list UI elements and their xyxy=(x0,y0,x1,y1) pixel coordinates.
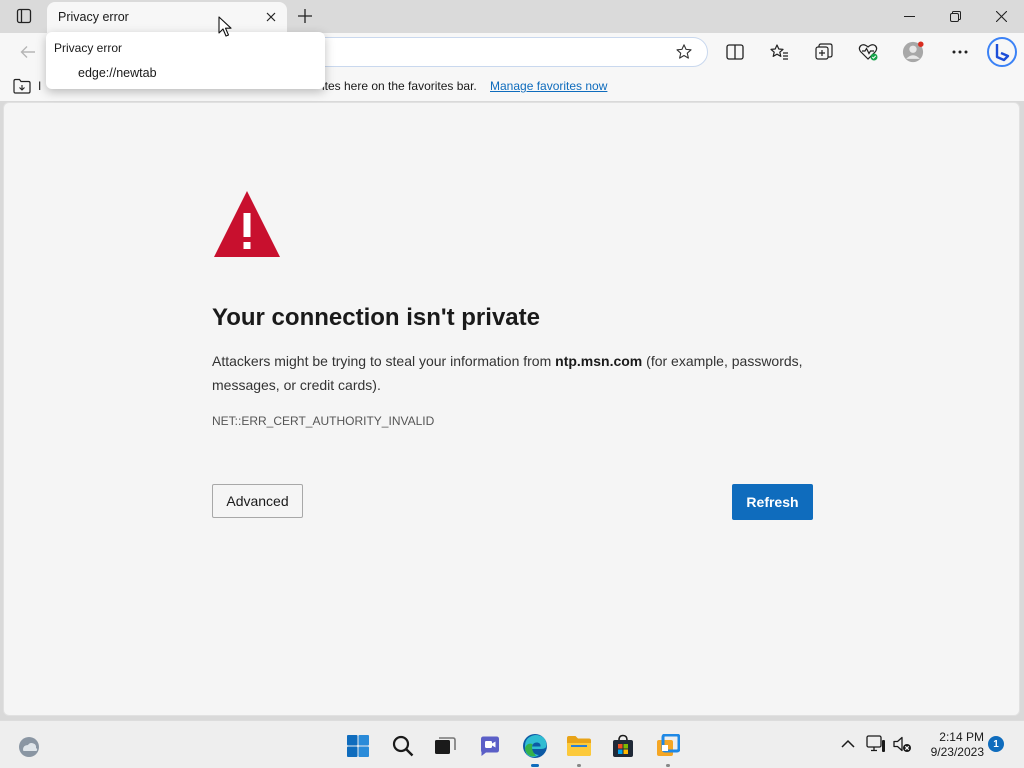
store-button[interactable] xyxy=(610,733,636,759)
file-explorer-button[interactable] xyxy=(566,733,592,759)
volume-muted-icon xyxy=(893,736,911,752)
restore-icon xyxy=(949,10,961,22)
site-domain: ntp.msn.com xyxy=(555,353,643,369)
edge-taskbar-button[interactable] xyxy=(522,733,548,759)
show-hidden-icons-button[interactable] xyxy=(838,734,858,754)
notification-badge[interactable]: 1 xyxy=(988,736,1004,752)
chat-button[interactable] xyxy=(477,733,503,759)
widgets-button[interactable] xyxy=(16,733,42,759)
profile-button[interactable] xyxy=(902,41,924,63)
start-icon xyxy=(347,735,369,757)
error-description: Attackers might be trying to steal your … xyxy=(212,349,817,397)
page-title: Your connection isn't private xyxy=(212,304,540,331)
split-screen-icon xyxy=(726,44,744,60)
tab-close-button[interactable] xyxy=(263,9,279,25)
minimize-button[interactable] xyxy=(886,0,932,32)
task-view-icon xyxy=(435,737,456,754)
chevron-up-icon xyxy=(841,739,855,748)
close-window-button[interactable] xyxy=(978,0,1024,32)
network-icon xyxy=(866,735,885,752)
favorites-button[interactable] xyxy=(768,41,790,63)
vmware-button[interactable] xyxy=(655,733,681,759)
import-favorites-icon[interactable] xyxy=(13,78,31,94)
task-view-button[interactable] xyxy=(432,733,458,759)
tab-title: Privacy error xyxy=(58,10,129,24)
mouse-cursor-icon xyxy=(218,16,232,37)
error-code[interactable]: NET::ERR_CERT_AUTHORITY_INVALID xyxy=(212,414,434,428)
plus-icon xyxy=(298,9,312,23)
store-icon xyxy=(613,734,633,757)
file-explorer-icon xyxy=(567,736,591,756)
refresh-button[interactable]: Refresh xyxy=(732,484,813,520)
vmware-icon xyxy=(657,734,680,756)
close-icon xyxy=(266,12,276,22)
system-clock[interactable]: 2:14 PM 9/23/2023 xyxy=(918,730,984,760)
browser-essentials-icon xyxy=(858,44,878,61)
star-outline-icon[interactable] xyxy=(675,43,693,61)
collections-icon xyxy=(815,43,833,60)
profile-avatar xyxy=(902,41,924,63)
description-text: Attackers might be trying to steal your … xyxy=(212,353,556,369)
split-screen-button[interactable] xyxy=(724,41,746,63)
hover-card-url: edge://newtab xyxy=(78,66,157,80)
network-button[interactable] xyxy=(866,734,886,754)
start-button[interactable] xyxy=(345,733,371,759)
back-button[interactable] xyxy=(16,41,40,63)
clock-time: 2:14 PM xyxy=(939,730,984,744)
search-button[interactable] xyxy=(390,733,416,759)
favorites-icon xyxy=(770,44,788,60)
clock-date: 9/23/2023 xyxy=(930,745,984,759)
taskbar: 2:14 PM 9/23/2023 1 xyxy=(0,720,1024,768)
tab-actions-icon xyxy=(16,8,32,24)
edge-icon xyxy=(523,734,547,758)
restore-button[interactable] xyxy=(932,0,978,32)
browser-essentials-button[interactable] xyxy=(857,41,879,63)
browser-tab[interactable]: Privacy error xyxy=(47,2,287,33)
page-content: Your connection isn't private Attackers … xyxy=(3,102,1020,716)
warning-triangle-icon xyxy=(214,191,280,257)
arrow-left-icon xyxy=(20,46,35,58)
collections-button[interactable] xyxy=(813,41,835,63)
hover-card-title: Privacy error xyxy=(54,41,123,55)
favorites-bar-text-start: I xyxy=(38,79,42,93)
title-bar: Privacy error xyxy=(0,0,1024,33)
running-app-indicator xyxy=(666,764,670,767)
chat-icon xyxy=(481,736,499,756)
bing-copilot-button[interactable] xyxy=(986,36,1018,68)
search-icon xyxy=(392,735,414,757)
volume-button[interactable] xyxy=(892,734,912,754)
bing-copilot-icon xyxy=(987,37,1017,67)
weather-widget-icon xyxy=(19,737,39,757)
more-menu-button[interactable] xyxy=(949,41,971,63)
close-icon xyxy=(995,10,1007,22)
advanced-button[interactable]: Advanced xyxy=(212,484,303,518)
more-menu-icon xyxy=(952,50,968,54)
active-app-indicator xyxy=(531,764,539,767)
running-app-indicator xyxy=(577,764,581,767)
manage-favorites-link[interactable]: Manage favorites now xyxy=(490,79,607,93)
favorites-bar-text: ites here on the favorites bar. xyxy=(322,79,477,93)
new-tab-button[interactable] xyxy=(294,5,316,27)
minimize-icon xyxy=(903,15,915,17)
tab-hover-card: Privacy error edge://newtab xyxy=(46,32,325,89)
tab-actions-button[interactable] xyxy=(11,5,37,27)
